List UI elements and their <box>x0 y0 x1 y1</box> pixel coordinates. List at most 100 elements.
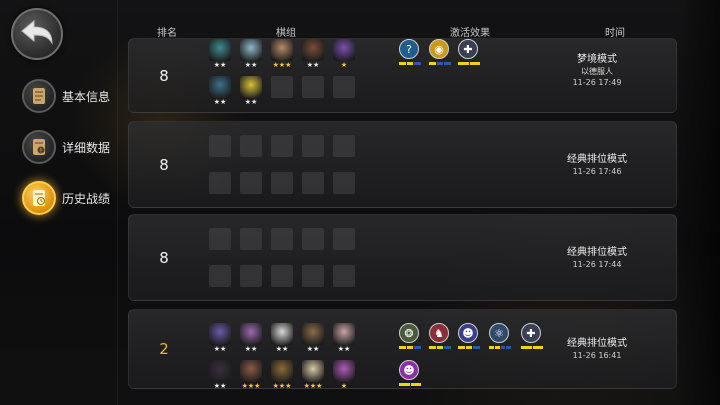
star-rating: ★ <box>340 382 348 390</box>
star-rating: ★★ <box>337 345 351 353</box>
synergy-icon: ❂ <box>399 323 419 343</box>
star-rating: ★★★ <box>241 382 261 390</box>
column-header-lineup: 棋组 <box>276 28 296 39</box>
star-rating: ★★ <box>213 61 227 69</box>
history-row[interactable]: 2 ★★ ★★ ★★ ★★ ★★ ★★ ★★★ ★★★ ★★★ ★ ❂ ♞ ☻ ⚛ ✚ ☻ 经典排位模式 11-26… <box>128 309 677 390</box>
empty-slot <box>240 135 262 157</box>
chess-piece[interactable]: ★★★ <box>240 360 262 390</box>
chess-piece[interactable]: ★★ <box>209 76 231 106</box>
chess-piece[interactable]: ★★ <box>271 323 293 353</box>
sidebar-item-detail-data[interactable]: ! 详细数据 <box>22 129 110 165</box>
empty-slot <box>302 76 324 98</box>
synergy-progress <box>458 62 480 65</box>
empty-slot <box>209 135 231 157</box>
game-mode: 经典排位模式 <box>567 246 627 258</box>
chess-piece[interactable]: ★★ <box>240 39 262 69</box>
synergy-badge[interactable]: ◉ <box>429 39 452 65</box>
history-row[interactable]: 8 ★★ ★★ ★★★ ★★ ★ ★★ ★★? ◉ ✚ 梦境模式 以德服人 11-26 17:49 <box>128 38 677 113</box>
sidebar-item-label: 基本信息 <box>62 89 111 104</box>
piece-portrait-icon <box>271 360 293 382</box>
history-row[interactable]: 8 经典排位模式 11-26 17:44 <box>128 214 677 301</box>
piece-portrait-icon <box>271 39 293 61</box>
chess-piece[interactable]: ★ <box>333 39 355 69</box>
empty-slot <box>333 172 355 194</box>
synergy-icon: ? <box>399 39 419 59</box>
star-rating: ★★★ <box>272 61 292 69</box>
back-button[interactable] <box>11 8 63 60</box>
match-info: 梦境模式 以德服人 11-26 17:49 <box>532 53 662 88</box>
star-rating: ★★★ <box>303 382 323 390</box>
empty-slot <box>271 76 293 98</box>
rank-value: 8 <box>159 66 169 85</box>
chess-piece[interactable]: ★★ <box>240 76 262 106</box>
chess-piece[interactable]: ★★ <box>333 323 355 353</box>
synergy-badge[interactable]: ❂ <box>399 323 422 349</box>
chess-piece[interactable]: ★★ <box>302 39 324 69</box>
history-row[interactable]: 8 经典排位模式 11-26 17:46 <box>128 121 677 208</box>
star-rating: ★ <box>340 61 348 69</box>
piece-portrait-icon <box>302 39 324 61</box>
synergy-badge[interactable]: ? <box>399 39 422 65</box>
column-header-synergy: 激活效果 <box>450 28 490 39</box>
match-timestamp: 11-26 16:41 <box>572 351 622 360</box>
rank-value: 2 <box>159 340 169 358</box>
synergy-progress <box>399 346 422 349</box>
piece-portrait-icon <box>333 39 355 61</box>
synergy-badge[interactable]: ☻ <box>458 323 481 349</box>
chess-piece[interactable]: ★★ <box>209 360 231 390</box>
piece-portrait-icon <box>302 360 324 382</box>
game-mode: 经典排位模式 <box>567 338 627 349</box>
chess-piece[interactable]: ★★★ <box>271 360 293 390</box>
back-arrow-icon <box>21 19 53 45</box>
chess-piece[interactable]: ★★ <box>209 323 231 353</box>
synergy-progress <box>458 346 481 349</box>
chess-piece[interactable]: ★★ <box>240 323 262 353</box>
synergy-icon: ⚛ <box>489 323 509 343</box>
star-rating: ★★ <box>275 345 289 353</box>
star-rating: ★★★ <box>272 382 292 390</box>
empty-slot <box>271 135 293 157</box>
history-scroll-icon <box>22 181 56 215</box>
star-rating: ★★ <box>244 345 258 353</box>
empty-slot <box>271 228 293 250</box>
synergy-icon: ◉ <box>429 39 449 59</box>
synergy-badge[interactable]: ⚛ <box>489 323 511 349</box>
star-rating: ★★ <box>306 61 320 69</box>
synergy-badge[interactable]: ♞ <box>429 323 452 349</box>
star-rating: ★★ <box>244 98 258 106</box>
empty-slot <box>333 135 355 157</box>
piece-portrait-icon <box>240 360 262 382</box>
chess-piece[interactable]: ★★★ <box>271 39 293 69</box>
empty-slot <box>209 172 231 194</box>
empty-slot <box>240 172 262 194</box>
empty-slot <box>240 265 262 287</box>
sidebar: 基本信息 ! 详细数据 历史战绩 <box>0 0 118 405</box>
synergy-badge[interactable]: ☻ <box>399 360 421 386</box>
star-rating: ★★ <box>213 345 227 353</box>
sidebar-item-basic-info[interactable]: 基本信息 <box>22 78 110 114</box>
sidebar-item-history[interactable]: 历史战绩 <box>22 180 110 216</box>
match-timestamp: 11-26 17:44 <box>572 259 622 269</box>
empty-slot <box>271 265 293 287</box>
empty-slot <box>302 135 324 157</box>
empty-slot <box>240 228 262 250</box>
chess-piece[interactable]: ★★ <box>209 39 231 69</box>
chess-piece[interactable]: ★★ <box>302 323 324 353</box>
star-rating: ★★ <box>213 382 227 390</box>
synergy-progress <box>399 62 422 65</box>
rank-value: 8 <box>159 248 169 267</box>
piece-portrait-icon <box>271 323 293 345</box>
chess-piece[interactable]: ★★★ <box>302 360 324 390</box>
empty-slot <box>333 228 355 250</box>
synergy-badge[interactable]: ✚ <box>458 39 480 65</box>
piece-portrait-icon <box>333 323 355 345</box>
mode-subtitle: 以德服人 <box>581 67 613 76</box>
empty-slot <box>271 172 293 194</box>
piece-portrait-icon <box>240 76 262 98</box>
star-rating: ★★ <box>306 345 320 353</box>
piece-portrait-icon <box>333 360 355 382</box>
chess-piece[interactable]: ★ <box>333 360 355 390</box>
empty-slot <box>333 265 355 287</box>
edge-shadow <box>678 0 720 405</box>
piece-portrait-icon <box>209 323 231 345</box>
